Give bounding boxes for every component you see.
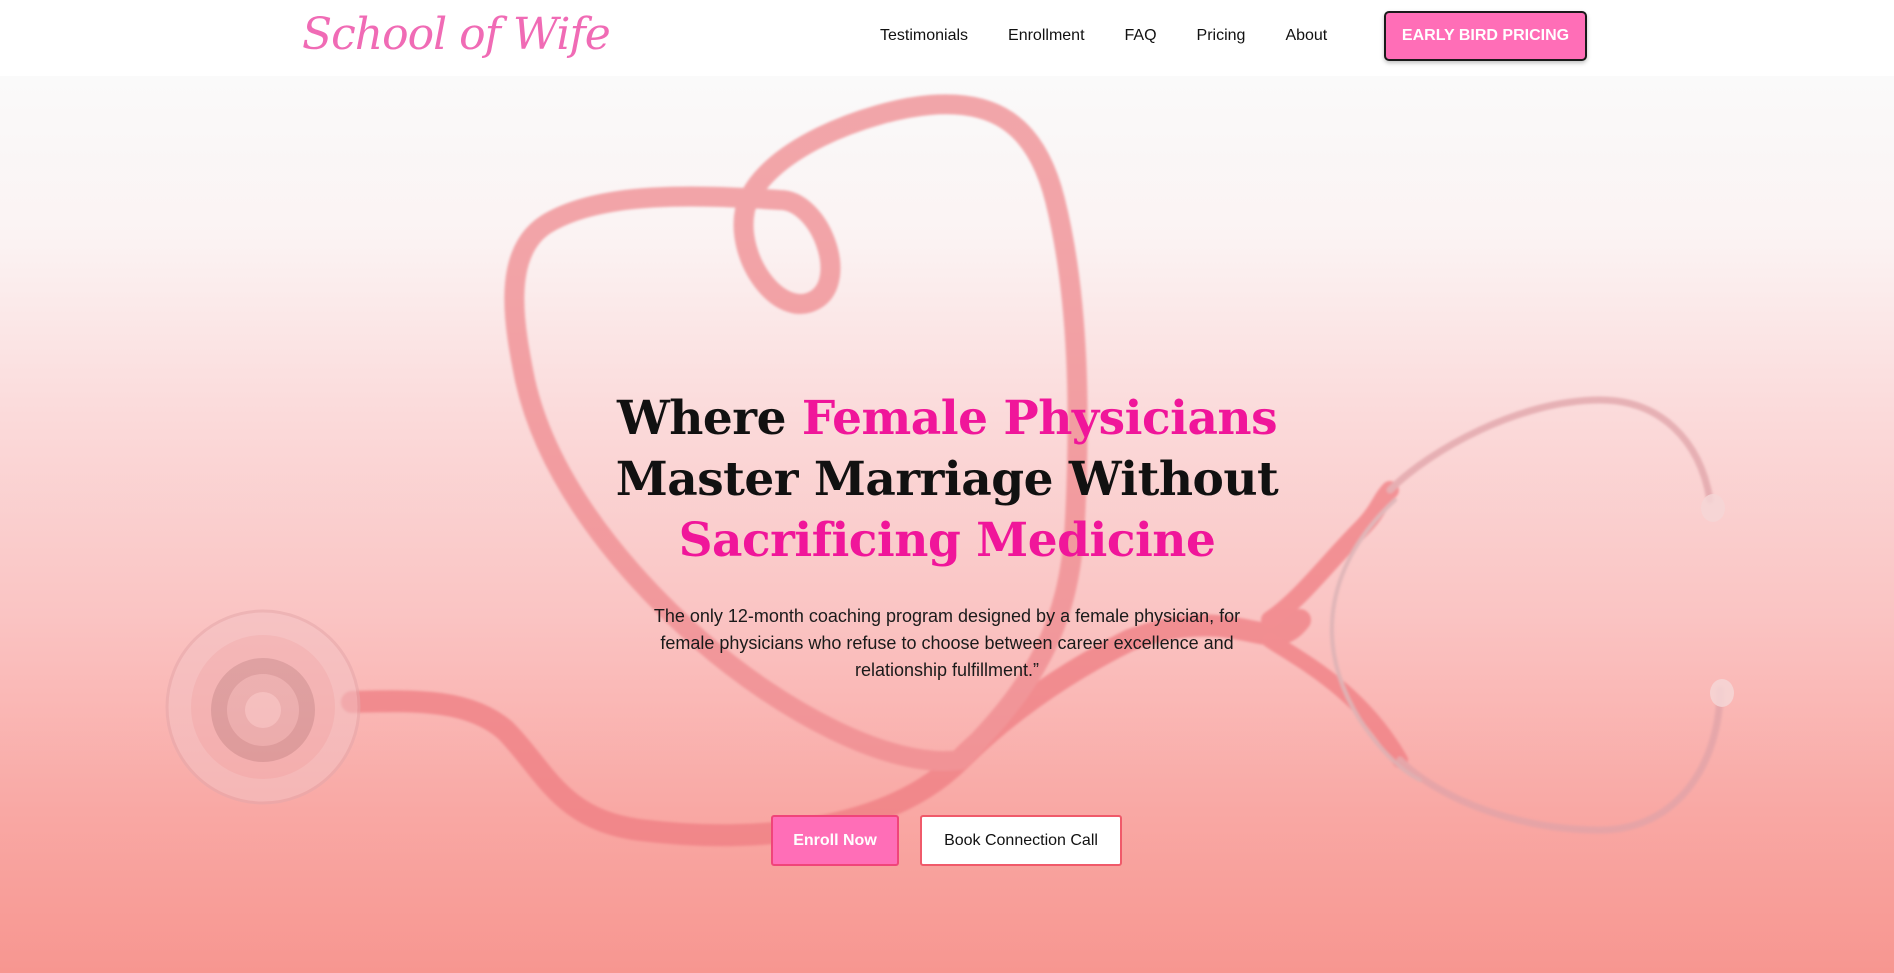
- nav-link-testimonials[interactable]: Testimonials: [880, 27, 968, 45]
- headline-part-master-marriage: Master Marriage Without: [615, 452, 1279, 507]
- hero-headline: Where Female Physicians Master Marriage …: [547, 388, 1347, 571]
- headline-part-where: Where: [616, 391, 802, 446]
- hero-section: Where Female Physicians Master Marriage …: [0, 76, 1894, 973]
- logo[interactable]: School of Wife: [302, 2, 611, 68]
- nav-link-enrollment[interactable]: Enrollment: [1008, 27, 1084, 45]
- nav-link-pricing[interactable]: Pricing: [1197, 27, 1246, 45]
- hero-subtext: The only 12-month coaching program desig…: [653, 606, 1241, 680]
- headline-part-female-physicians: Female Physicians: [801, 391, 1278, 446]
- enroll-now-button[interactable]: Enroll Now: [771, 815, 899, 866]
- hero-buttons: Enroll Now Book Connection Call: [771, 815, 1122, 866]
- early-bird-pricing-button[interactable]: EARLY BIRD PRICING: [1384, 11, 1587, 61]
- main-nav: Testimonials Enrollment FAQ Pricing Abou…: [880, 0, 1367, 72]
- headline-part-sacrificing-medicine: Sacrificing Medicine: [678, 513, 1216, 568]
- nav-link-about[interactable]: About: [1285, 27, 1327, 45]
- nav-link-faq[interactable]: FAQ: [1125, 27, 1157, 45]
- book-connection-call-button[interactable]: Book Connection Call: [920, 815, 1122, 866]
- site-header: School of Wife Testimonials Enrollment F…: [0, 0, 1894, 76]
- hero-content: Where Female Physicians Master Marriage …: [547, 388, 1347, 684]
